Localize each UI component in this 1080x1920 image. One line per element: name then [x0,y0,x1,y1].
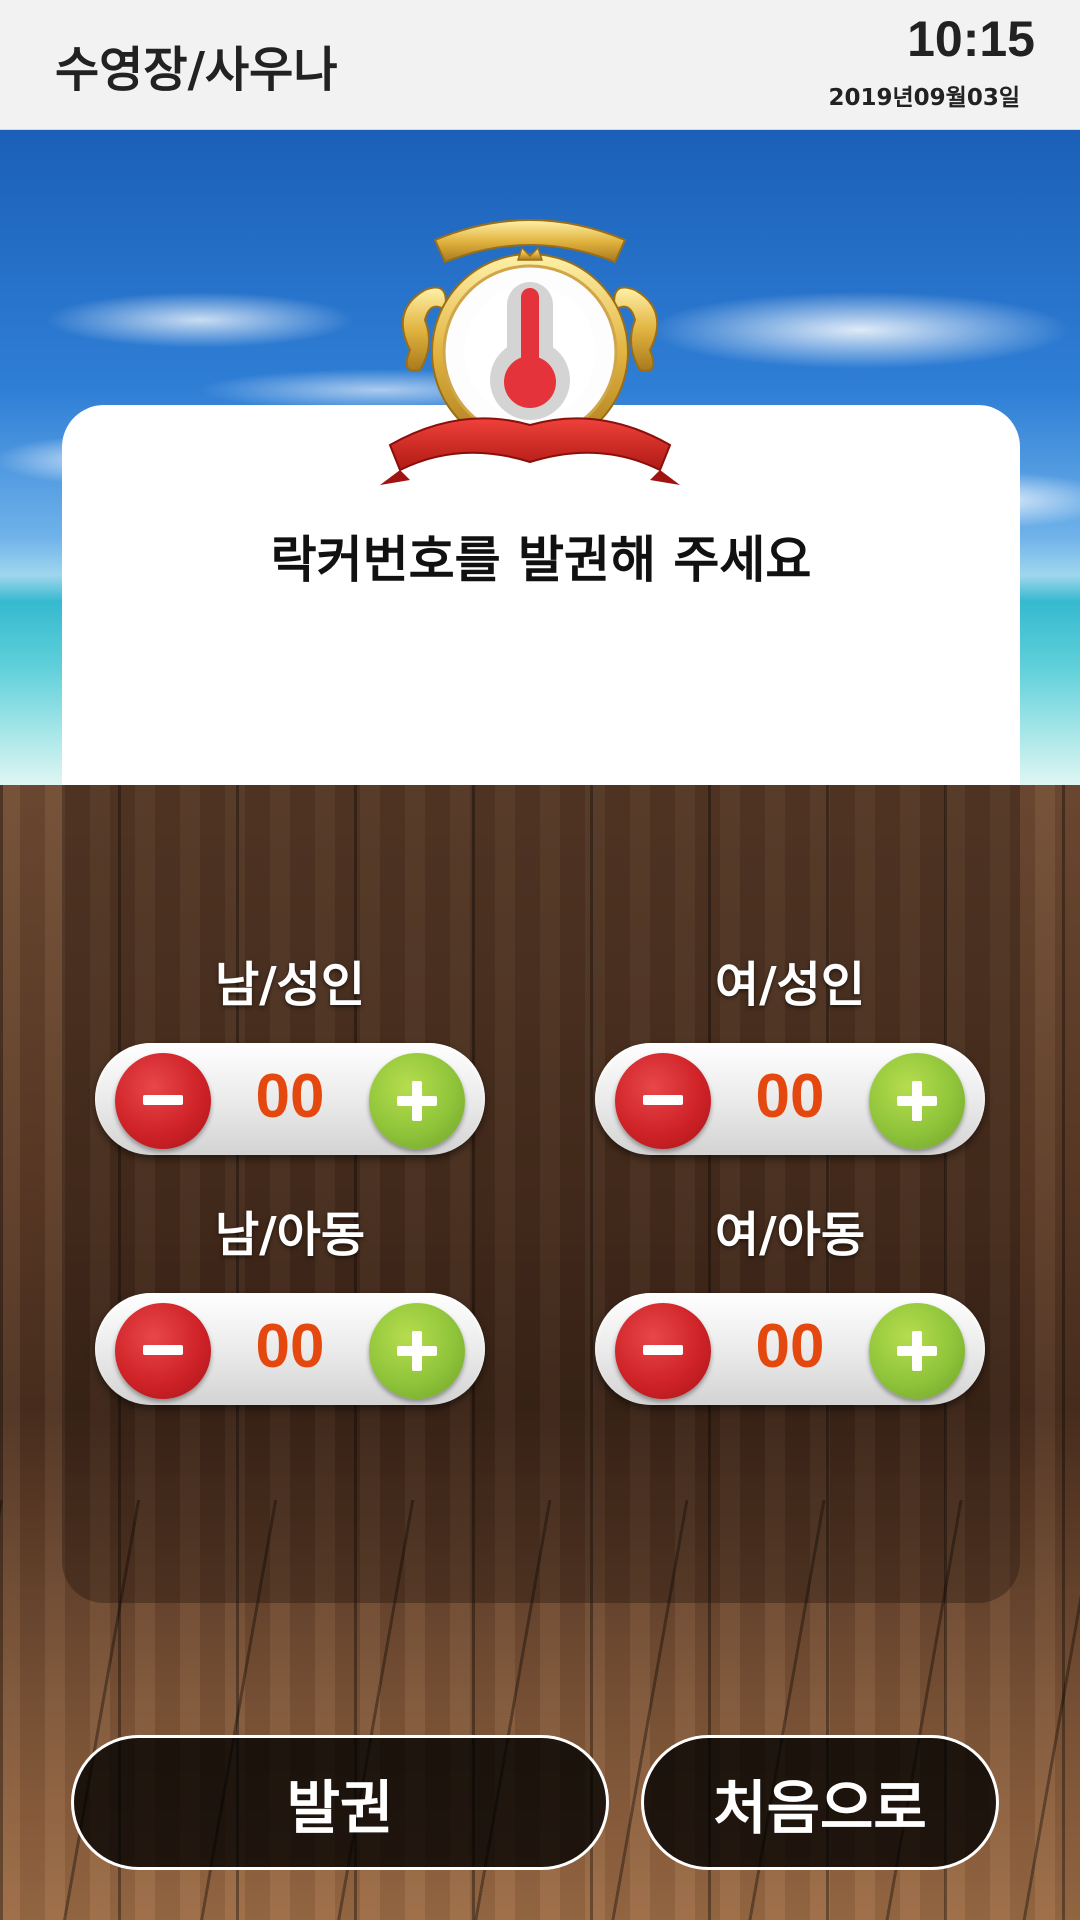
female-adult-plus-button[interactable] [869,1053,965,1149]
label-male-adult: 남/성인 [214,957,365,1013]
plus-icon [897,1331,937,1371]
counter-panel [62,785,1020,1603]
header-bar: 수영장/사우나 10:15 2019년09월03일 [0,0,1080,130]
thermometer-emblem-icon [370,200,690,500]
plus-icon [397,1081,437,1121]
female-adult-stepper: 00 [595,1043,985,1155]
label-female-adult: 여/성인 [714,957,865,1013]
label-male-child: 남/아동 [214,1207,365,1263]
clock-date: 2019년09월03일 [828,85,1020,111]
page-title: 수영장/사우나 [55,42,338,98]
female-child-stepper: 00 [595,1293,985,1405]
male-child-plus-button[interactable] [369,1303,465,1399]
plus-icon [397,1331,437,1371]
instruction-text: 락커번호를 발권해 주세요 [270,531,812,589]
male-child-stepper: 00 [95,1293,485,1405]
male-adult-plus-button[interactable] [369,1053,465,1149]
clock-time: 10:15 [907,11,1035,67]
issue-ticket-button[interactable]: 발권 [71,1735,609,1870]
plus-icon [897,1081,937,1121]
label-female-child: 여/아동 [714,1207,865,1263]
go-home-button[interactable]: 처음으로 [641,1735,999,1870]
male-adult-stepper: 00 [95,1043,485,1155]
female-child-plus-button[interactable] [869,1303,965,1399]
